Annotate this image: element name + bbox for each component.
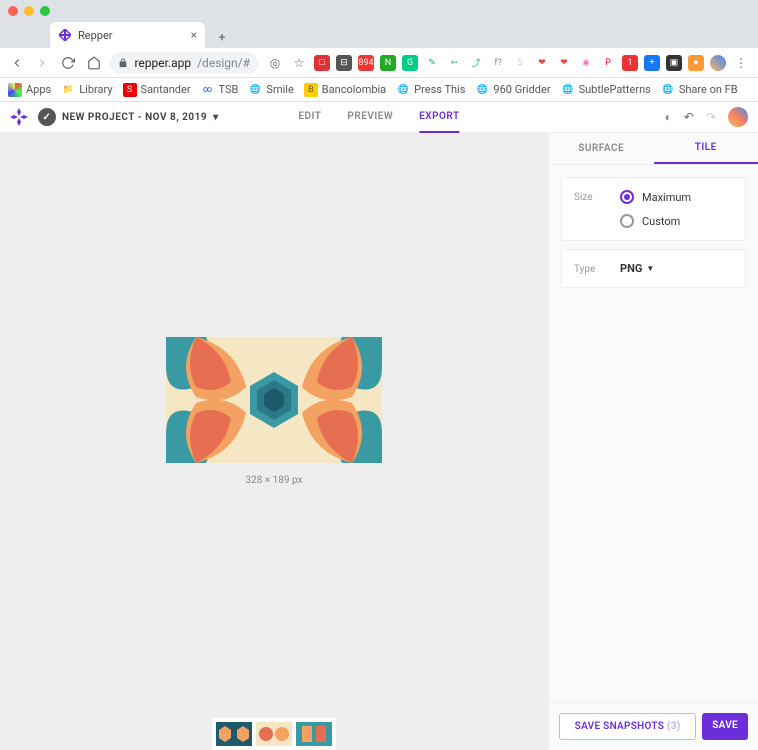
- bookmark-label: SubtlePatterns: [579, 83, 651, 96]
- bookmark-label: Bancolombia: [322, 83, 386, 96]
- ext-icon[interactable]: S: [512, 55, 528, 71]
- browser-tab[interactable]: Repper ×: [50, 22, 205, 48]
- tab-title: Repper: [78, 29, 185, 42]
- lock-icon: [118, 58, 128, 68]
- home-button[interactable]: [85, 54, 103, 72]
- ext-icon[interactable]: ❤: [556, 55, 572, 71]
- theme-toggle-icon[interactable]: ◐: [665, 110, 672, 124]
- project-selector[interactable]: ✓ NEW PROJECT - NOV 8, 2019 ▾: [38, 108, 219, 126]
- radio-label: Custom: [642, 215, 680, 228]
- snapshot-count: (3): [667, 721, 681, 732]
- canvas-area: 328 × 189 px: [0, 133, 548, 750]
- reload-button[interactable]: [59, 54, 77, 72]
- extension-icons: ◎ ☆ □ ⊟ 894 N G ✎ ➳ ⤴ f? S ❤ ❤ ◉ P 1 + ▣…: [266, 54, 750, 72]
- window-close[interactable]: [8, 6, 18, 16]
- ext-icon[interactable]: ✎: [424, 55, 440, 71]
- bookmark-label: Press This: [414, 83, 465, 96]
- bookmark-item[interactable]: BBancolombia: [304, 83, 386, 97]
- new-tab-button[interactable]: +: [211, 26, 233, 48]
- ext-icon[interactable]: P: [600, 55, 616, 71]
- bookmark-item[interactable]: SSantander: [123, 83, 191, 97]
- ext-icon[interactable]: □: [314, 55, 330, 71]
- redo-icon[interactable]: ↷: [706, 110, 716, 124]
- bookmark-label: Smile: [266, 83, 293, 96]
- radio-icon: [620, 214, 634, 228]
- panel-tab-tile[interactable]: TILE: [654, 133, 758, 164]
- bookmark-label: TSB: [219, 83, 239, 96]
- chevron-down-icon: ▾: [213, 112, 219, 123]
- close-icon[interactable]: ×: [191, 28, 197, 42]
- window-minimize[interactable]: [24, 6, 34, 16]
- size-option-custom[interactable]: Custom: [620, 214, 691, 228]
- dimensions-label: 328 × 189 px: [245, 475, 302, 486]
- size-option-maximum[interactable]: Maximum: [620, 190, 691, 204]
- ext-icon[interactable]: f?: [490, 55, 506, 71]
- project-name: NEW PROJECT - NOV 8, 2019: [62, 112, 207, 123]
- user-avatar[interactable]: [728, 107, 748, 127]
- tab-export[interactable]: EXPORT: [419, 102, 459, 133]
- bookmark-item[interactable]: 🌐Press This: [396, 83, 465, 97]
- radio-icon: [620, 190, 634, 204]
- back-button[interactable]: [8, 54, 26, 72]
- bookmark-item[interactable]: 🌐Smile: [248, 83, 293, 97]
- app-logo-icon[interactable]: [10, 108, 28, 126]
- bookmark-item[interactable]: 🌐Share on FB: [661, 83, 738, 97]
- snapshot-thumbnails: [212, 718, 336, 750]
- bookmark-label: 960 Gridder: [493, 83, 550, 96]
- ext-icon[interactable]: ⤴: [468, 55, 484, 71]
- button-label: SAVE SNAPSHOTS: [575, 721, 665, 732]
- chevron-down-icon: ▼: [646, 264, 654, 273]
- ext-icon[interactable]: ●: [688, 55, 704, 71]
- tab-edit[interactable]: EDIT: [298, 102, 321, 133]
- url-host: repper.app: [134, 56, 191, 70]
- panel-tab-surface[interactable]: SURFACE: [549, 133, 654, 164]
- ext-icon[interactable]: +: [644, 55, 660, 71]
- profile-avatar-icon[interactable]: [710, 55, 726, 71]
- ext-icon[interactable]: ➳: [446, 55, 462, 71]
- cloud-icon: ✓: [38, 108, 56, 126]
- type-value: PNG: [620, 262, 642, 275]
- type-label: Type: [574, 262, 604, 275]
- apps-button[interactable]: Apps: [8, 83, 51, 97]
- bookmark-item[interactable]: 🌐SubtlePatterns: [561, 83, 651, 97]
- thumbnail[interactable]: [296, 722, 332, 746]
- bookmark-item[interactable]: 📁Library: [61, 83, 112, 97]
- address-bar[interactable]: repper.app/design/#: [110, 52, 258, 74]
- ext-icon[interactable]: ▣: [666, 55, 682, 71]
- save-button[interactable]: SAVE: [702, 713, 748, 740]
- thumbnail[interactable]: [216, 722, 252, 746]
- bookmark-label: Library: [79, 83, 112, 96]
- thumbnail[interactable]: [256, 722, 292, 746]
- bookmark-label: Apps: [26, 83, 51, 96]
- ext-icon[interactable]: N: [380, 55, 396, 71]
- window-maximize[interactable]: [40, 6, 50, 16]
- bookmark-item[interactable]: ∞TSB: [201, 83, 239, 97]
- forward-button[interactable]: [34, 54, 52, 72]
- target-icon[interactable]: ◎: [266, 54, 284, 72]
- favicon-icon: [58, 28, 72, 42]
- undo-icon[interactable]: ↶: [684, 110, 694, 124]
- ext-icon[interactable]: ❤: [534, 55, 550, 71]
- bookmark-label: Share on FB: [679, 83, 738, 96]
- ext-icon[interactable]: G: [402, 55, 418, 71]
- ext-icon[interactable]: 1: [622, 55, 638, 71]
- star-icon[interactable]: ☆: [290, 54, 308, 72]
- type-selector[interactable]: PNG ▼: [620, 262, 654, 275]
- ext-icon[interactable]: 894: [358, 55, 374, 71]
- radio-label: Maximum: [642, 191, 691, 204]
- bookmark-label: Santander: [141, 83, 191, 96]
- tab-preview[interactable]: PREVIEW: [347, 102, 393, 133]
- menu-icon[interactable]: ⋮: [732, 54, 750, 72]
- size-label: Size: [574, 190, 604, 203]
- save-snapshots-button[interactable]: SAVE SNAPSHOTS (3): [559, 713, 696, 740]
- pattern-preview: [166, 337, 382, 463]
- ext-icon[interactable]: ◉: [578, 55, 594, 71]
- url-path: /design/#: [197, 56, 250, 70]
- bookmark-item[interactable]: 🌐960 Gridder: [475, 83, 550, 97]
- ext-icon[interactable]: ⊟: [336, 55, 352, 71]
